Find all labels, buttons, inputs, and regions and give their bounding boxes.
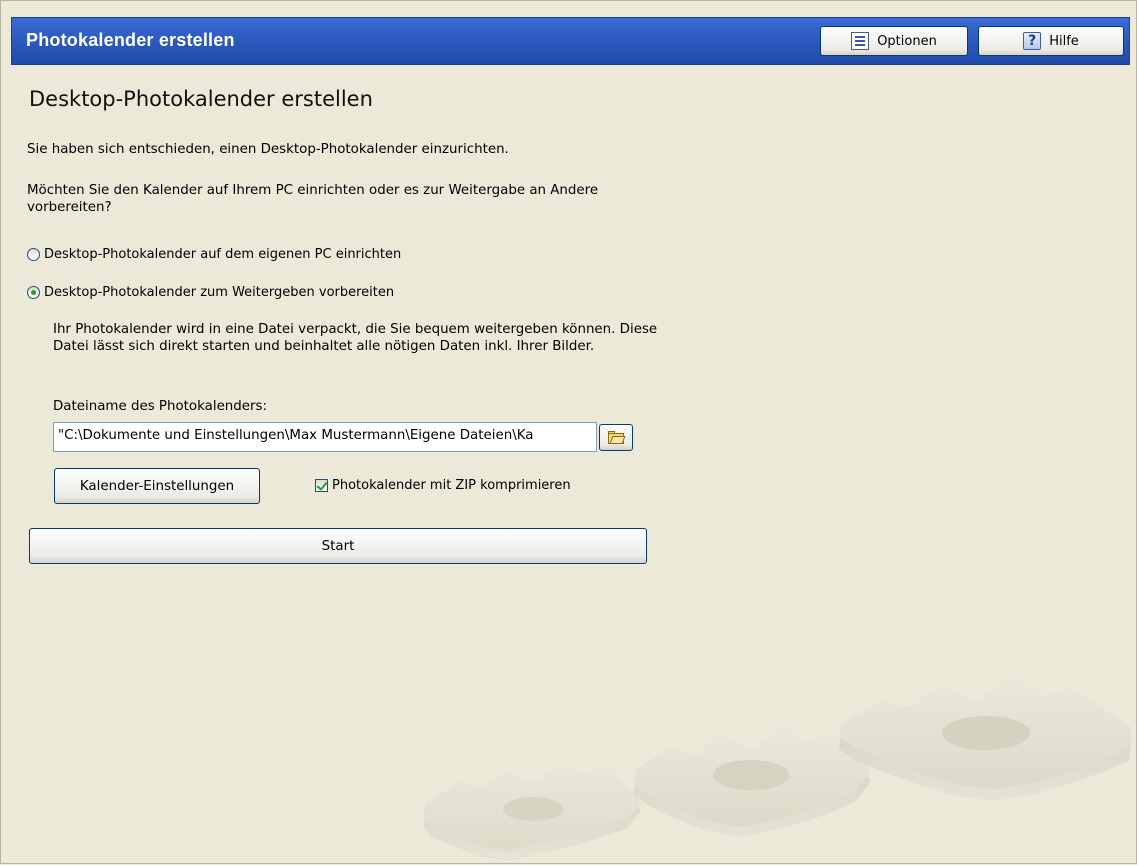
intro-text: Sie haben sich entschieden, einen Deskto…	[27, 142, 509, 157]
description-text: Ihr Photokalender wird in eine Datei ver…	[53, 322, 658, 354]
radio-button-own-pc[interactable]	[27, 248, 40, 261]
options-button-label: Optionen	[877, 33, 937, 49]
radio-share-label: Desktop-Photokalender zum Weitergeben vo…	[44, 285, 395, 300]
calendar-settings-button[interactable]: Kalender-Einstellungen	[54, 468, 260, 504]
radio-own-pc-label: Desktop-Photokalender auf dem eigenen PC…	[44, 247, 402, 262]
browse-button[interactable]	[599, 424, 633, 451]
help-icon: ?	[1023, 32, 1042, 50]
zip-option[interactable]: Photokalender mit ZIP komprimieren	[315, 478, 571, 493]
question-text: Möchten Sie den Kalender auf Ihrem PC ei…	[27, 183, 599, 215]
gears-decoration	[423, 679, 1131, 861]
zip-checkbox[interactable]	[315, 479, 328, 492]
window: Photokalender erstellen Optionen ? Hilfe…	[0, 0, 1137, 864]
list-icon	[851, 32, 870, 50]
radio-share[interactable]: Desktop-Photokalender zum Weitergeben vo…	[27, 285, 394, 300]
header-title: Photokalender erstellen	[26, 30, 235, 50]
folder-open-icon	[608, 431, 626, 444]
header-bar: Photokalender erstellen Optionen ? Hilfe	[11, 17, 1130, 65]
help-button[interactable]: ? Hilfe	[978, 26, 1124, 56]
start-button[interactable]: Start	[29, 528, 647, 564]
radio-own-pc[interactable]: Desktop-Photokalender auf dem eigenen PC…	[27, 247, 401, 262]
radio-button-share[interactable]	[27, 286, 40, 299]
page-title: Desktop-Photokalender erstellen	[29, 87, 373, 111]
help-button-label: Hilfe	[1049, 33, 1079, 49]
filename-input[interactable]: "C:\Dokumente und Einstellungen\Max Must…	[53, 422, 597, 452]
options-button[interactable]: Optionen	[820, 26, 968, 56]
filename-label: Dateiname des Photokalenders:	[53, 399, 268, 414]
zip-checkbox-label: Photokalender mit ZIP komprimieren	[332, 478, 571, 493]
